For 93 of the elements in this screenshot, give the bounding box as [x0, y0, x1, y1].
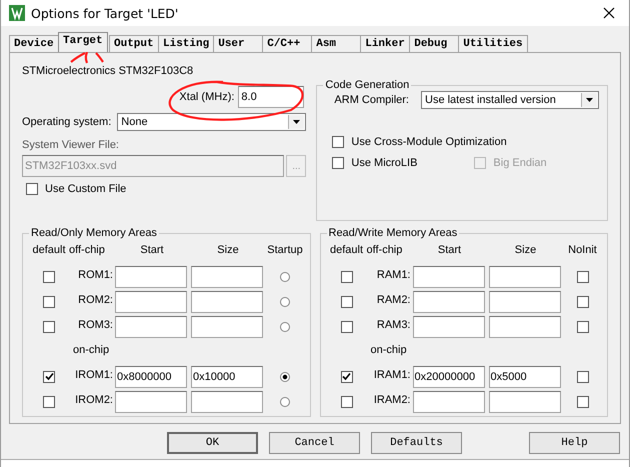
size-field[interactable]	[488, 266, 560, 288]
operating-system-dropdown[interactable]: None	[117, 113, 306, 131]
address-field[interactable]	[115, 266, 187, 288]
dialog-button[interactable]: OK	[167, 432, 258, 454]
tab[interactable]: Device	[9, 35, 59, 52]
checkbox[interactable]	[43, 370, 55, 382]
size-field[interactable]: 0x5000	[488, 366, 560, 388]
size-field[interactable]: 0x10000	[191, 366, 263, 388]
size-field[interactable]	[191, 290, 263, 312]
section-label: on-chip	[72, 344, 110, 358]
checkbox-label: Use Custom File	[45, 183, 126, 195]
row-label: IROM1:	[74, 368, 113, 382]
radio-button[interactable]	[280, 372, 290, 382]
tab[interactable]: Target	[58, 32, 108, 52]
tab[interactable]: Utilities	[458, 35, 528, 52]
row-label: IRAM1:	[372, 368, 410, 382]
address-field[interactable]	[412, 390, 484, 412]
column-header: Startup	[267, 244, 303, 258]
checkbox[interactable]	[332, 136, 344, 148]
checkbox[interactable]	[576, 370, 588, 382]
checkbox[interactable]	[43, 320, 55, 332]
address-field[interactable]	[115, 290, 187, 312]
column-header: default	[31, 244, 67, 258]
address-field[interactable]	[412, 316, 484, 338]
row-label: ROM3:	[77, 318, 113, 332]
address-field[interactable]	[115, 316, 187, 338]
row-label: RAM1:	[376, 268, 410, 282]
dialog-button[interactable]: Cancel	[269, 432, 360, 454]
dialog-button[interactable]: Defaults	[371, 432, 462, 454]
checkbox[interactable]	[340, 320, 352, 332]
checkbox[interactable]	[340, 270, 352, 282]
address-field[interactable]	[412, 290, 484, 312]
size-field[interactable]	[191, 266, 263, 288]
checkbox[interactable]	[43, 270, 55, 282]
radio-button[interactable]	[280, 272, 290, 282]
compiler-dropdown[interactable]: Use latest installed version	[421, 91, 599, 109]
row-label: IRAM2:	[372, 394, 410, 408]
row-label: ROM1:	[77, 268, 113, 282]
xtal-field[interactable]: 8.0	[238, 86, 304, 108]
checkbox[interactable]	[576, 396, 588, 408]
column-header: off-chip	[366, 244, 404, 258]
radio-button[interactable]	[280, 322, 290, 332]
checkbox-label: Big Endian	[493, 157, 547, 169]
section-label: on-chip	[370, 344, 408, 358]
checkbox[interactable]	[340, 370, 352, 382]
column-header: off-chip	[69, 244, 106, 258]
column-header: default	[328, 244, 364, 258]
field-label: Xtal (MHz):	[179, 91, 234, 103]
radio-button[interactable]	[280, 296, 290, 306]
column-header: NoInit	[567, 244, 598, 258]
radio-button[interactable]	[280, 396, 290, 406]
dialog-button[interactable]: Help	[529, 432, 620, 454]
column-header: Start	[139, 244, 165, 258]
size-field[interactable]	[488, 316, 560, 338]
checkbox[interactable]	[576, 320, 588, 332]
column-header: Size	[514, 244, 538, 258]
tab[interactable]: Output	[109, 35, 159, 52]
checkbox[interactable]	[43, 296, 55, 308]
checkbox-label: Use MicroLIB	[351, 157, 418, 169]
row-label: RAM2:	[376, 294, 410, 308]
size-field[interactable]	[191, 316, 263, 338]
column-header: Start	[436, 244, 462, 258]
group-title: Read/Only Memory Areas	[30, 227, 158, 239]
size-field[interactable]	[488, 390, 560, 412]
field-label: Operating system:	[22, 116, 112, 128]
device-name: STMicroelectronics STM32F103C8	[22, 65, 194, 79]
field-label: ARM Compiler:	[334, 94, 409, 106]
close-icon[interactable]	[603, 7, 615, 19]
group-title: Code Generation	[324, 79, 410, 91]
field-label: System Viewer File:	[22, 139, 120, 151]
group-title: Read/Write Memory Areas	[328, 227, 458, 239]
caret-icon	[586, 98, 593, 102]
address-field[interactable]: 0x8000000	[115, 366, 187, 388]
address-field[interactable]	[412, 266, 484, 288]
window-title: Options for Target 'LED'	[31, 6, 180, 20]
row-label: RAM3:	[376, 318, 410, 332]
row-label: ROM2:	[77, 294, 113, 308]
size-field[interactable]	[191, 390, 263, 412]
address-field[interactable]: 0x20000000	[412, 366, 484, 388]
checkbox[interactable]	[576, 296, 588, 308]
checkbox[interactable]	[26, 183, 38, 195]
checkbox[interactable]	[43, 396, 55, 408]
address-field[interactable]	[115, 390, 187, 412]
checkbox[interactable]	[332, 157, 344, 169]
row-label: IROM2:	[74, 394, 113, 408]
checkbox[interactable]	[340, 296, 352, 308]
checkbox[interactable]	[576, 270, 588, 282]
column-header: Size	[216, 244, 240, 258]
checkbox-label: Use Cross-Module Optimization	[351, 136, 507, 148]
checkbox[interactable]	[340, 396, 352, 408]
caret-icon	[293, 120, 300, 124]
app-icon	[9, 5, 25, 21]
size-field[interactable]	[488, 290, 560, 312]
